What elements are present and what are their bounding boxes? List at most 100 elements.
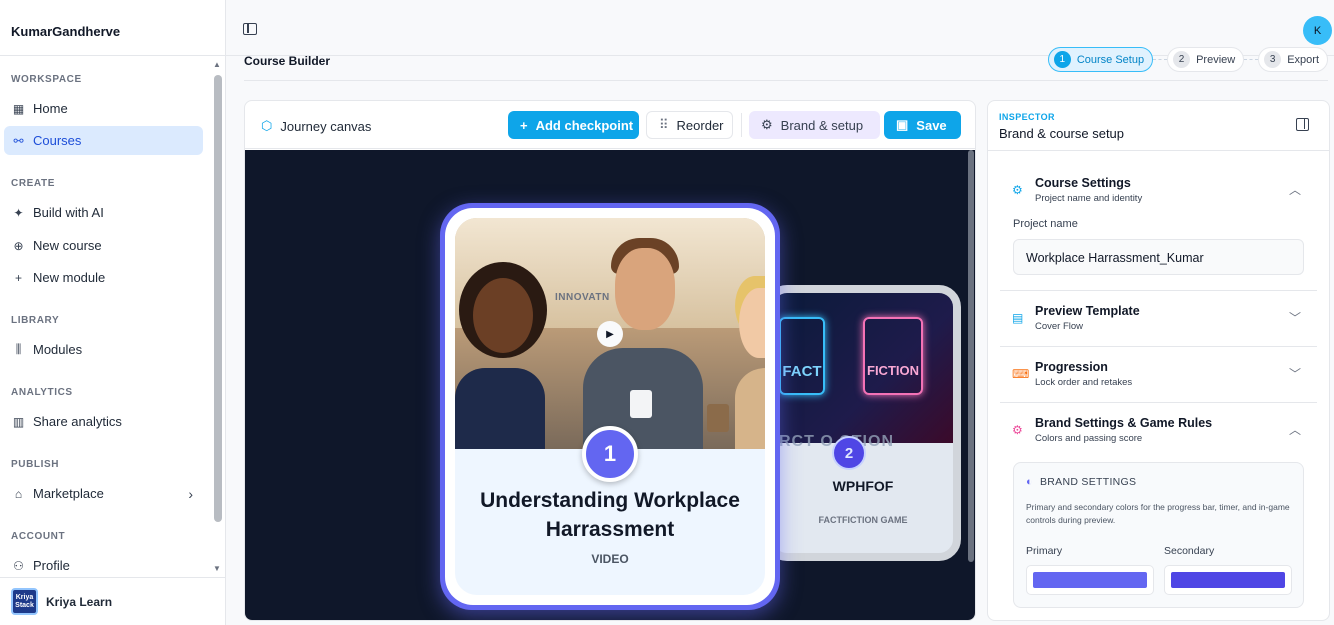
brand-setup-button[interactable]: ⚙ Brand & setup (749, 111, 880, 139)
gamepad-icon: ⌨ (1012, 367, 1030, 381)
coffee-cup (707, 404, 729, 432)
brand-settings-title: ◐ BRAND SETTINGS (1026, 476, 1136, 488)
step-connector (1153, 59, 1168, 60)
card-frame: INNOVATN ▶ 1 Understanding Workplace Har… (445, 208, 775, 605)
grid-icon: ▦ (12, 101, 25, 116)
step-course-setup[interactable]: 1 Course Setup (1047, 47, 1154, 72)
inspector-body: ⚙ Course Settings Project name and ident… (1000, 163, 1317, 608)
sidebar-item-label: Home (33, 101, 68, 116)
sidebar-item-new-module[interactable]: + New module (4, 263, 203, 292)
step-export[interactable]: 3 Export (1258, 47, 1328, 72)
checkpoint-type: FACTFICTION GAME (818, 515, 908, 525)
section-subtitle: Lock order and retakes (1035, 377, 1133, 388)
checkpoint-card-2[interactable]: FACT FICTION RCT O CTION 2 WPHFOF FACTFI… (765, 285, 961, 561)
checkpoint-type: VIDEO (591, 552, 629, 566)
collapse-panel-icon[interactable] (1296, 118, 1309, 131)
section-header[interactable]: ▤ Preview Template Cover Flow ﹀ (1000, 291, 1317, 346)
avatar[interactable]: K (1303, 16, 1332, 45)
sidebar-item-share-analytics[interactable]: ▥ Share analytics (4, 407, 203, 436)
section-title: Progression (1035, 360, 1108, 374)
person-2-head (615, 248, 675, 330)
secondary-color-label: Secondary (1164, 545, 1215, 557)
sidebar-item-home[interactable]: ▦ Home (4, 94, 203, 123)
scroll-down-icon[interactable]: ▼ (213, 564, 221, 573)
section-header[interactable]: ⚙ Course Settings Project name and ident… (1000, 163, 1317, 218)
gear-icon: ⚙ (1012, 183, 1023, 197)
reorder-button[interactable]: ⠿ Reorder (646, 111, 733, 139)
add-checkpoint-label: Add checkpoint (535, 117, 634, 133)
inspector-header: INSPECTOR Brand & course setup (988, 101, 1329, 151)
play-icon[interactable]: ▶ (597, 321, 623, 347)
chevron-up-icon[interactable]: ︿ (1289, 181, 1301, 198)
chevron-down-icon[interactable]: ﹀ (1289, 365, 1301, 382)
canvas-stage[interactable]: FACT FICTION RCT O CTION 2 WPHFOF FACTFI… (245, 150, 975, 620)
scroll-up-icon[interactable]: ▲ (213, 60, 221, 69)
sidebar-toggle-icon[interactable] (243, 23, 257, 35)
gear-icon: ⚙ (1012, 423, 1023, 437)
project-name-label: Project name (1013, 218, 1078, 230)
sidebar-item-new-course[interactable]: ⊕ New course (4, 231, 203, 260)
inspector-eyebrow: INSPECTOR (999, 112, 1055, 122)
checkpoint-title: Understanding Workplace Harrassment (480, 489, 740, 541)
chevron-down-icon[interactable]: ﹀ (1289, 309, 1301, 326)
section-subtitle: Project name and identity (1035, 193, 1143, 204)
chevron-up-icon[interactable]: ︿ (1289, 421, 1301, 438)
sidebar-scrollbar[interactable]: ▲ ▼ (212, 57, 224, 577)
save-icon: ▣ (896, 117, 909, 132)
checkpoint-title: WPHFOF (832, 478, 894, 494)
sidebar-item-modules[interactable]: ⫼ Modules (4, 335, 203, 364)
section-title: Preview Template (1035, 304, 1140, 318)
step-preview[interactable]: 2 Preview (1167, 47, 1245, 72)
add-checkpoint-button[interactable]: + Add checkpoint (508, 111, 639, 139)
person-1-head (473, 278, 533, 353)
header-divider (244, 80, 1328, 81)
sidebar-item-profile[interactable]: ⚇ Profile (4, 551, 203, 577)
section-title-publish: PUBLISH (11, 459, 60, 470)
brand-setup-label: Brand & setup (780, 117, 864, 133)
game-thumbnail: FACT FICTION (773, 293, 953, 443)
step-number: 3 (1264, 51, 1282, 68)
chevron-right-icon: › (188, 485, 193, 502)
sidebar-item-marketplace[interactable]: ⌂ Marketplace › (4, 479, 203, 508)
save-button[interactable]: ▣ Save (884, 111, 961, 139)
step-label: Export (1287, 53, 1319, 66)
inspector-panel: INSPECTOR Brand & course setup ⚙ Course … (987, 100, 1330, 621)
step-connector (1244, 59, 1259, 60)
secondary-color-picker[interactable] (1164, 565, 1292, 595)
sidebar-item-build-with-ai[interactable]: ✦ Build with AI (4, 198, 203, 227)
card-face: INNOVATN ▶ 1 Understanding Workplace Har… (455, 218, 765, 595)
sidebar-item-courses[interactable]: ⚯ Courses (4, 126, 203, 155)
sidebar-footer[interactable]: Kriya Stack Kriya Learn (0, 577, 226, 625)
save-label: Save (916, 117, 947, 133)
workspace-name[interactable]: KumarGandherve (0, 0, 225, 56)
sidebar-item-label: Share analytics (33, 414, 122, 429)
stepper: 1 Course Setup 2 Preview 3 Export (1047, 47, 1328, 72)
section-title: Brand Settings & Game Rules (1035, 416, 1213, 430)
section-course-settings: ⚙ Course Settings Project name and ident… (1000, 163, 1317, 291)
primary-color-swatch (1033, 572, 1147, 588)
checkpoint-card-1[interactable]: INNOVATN ▶ 1 Understanding Workplace Har… (440, 203, 780, 610)
user-icon: ⚇ (13, 558, 24, 573)
canvas-title: ⬡ Journey canvas (261, 118, 371, 134)
section-header[interactable]: ⚙ Brand Settings & Game Rules Colors and… (1000, 403, 1317, 458)
drag-handle-icon: ⠿ (659, 117, 669, 132)
store-icon: ⌂ (14, 486, 23, 501)
sidebar-item-label: Build with AI (33, 205, 104, 220)
section-title: Course Settings (1035, 176, 1131, 190)
step-number: 2 (1173, 51, 1191, 68)
scrollbar-thumb[interactable] (214, 75, 222, 522)
section-progression: ⌨ Progression Lock order and retakes ﹀ (1000, 347, 1317, 403)
canvas-scrollbar[interactable] (968, 150, 974, 562)
section-brand-settings: ⚙ Brand Settings & Game Rules Colors and… (1000, 403, 1317, 608)
reorder-label: Reorder (676, 117, 724, 133)
section-preview-template: ▤ Preview Template Cover Flow ﹀ (1000, 291, 1317, 347)
sidebar-item-label: Modules (33, 342, 83, 357)
section-header[interactable]: ⌨ Progression Lock order and retakes ﹀ (1000, 347, 1317, 402)
primary-color-label: Primary (1026, 545, 1063, 557)
video-thumbnail[interactable]: INNOVATN ▶ (455, 218, 765, 449)
sidebar-item-label: Courses (33, 133, 82, 148)
primary-color-picker[interactable] (1026, 565, 1154, 595)
section-subtitle: Colors and passing score (1035, 433, 1143, 444)
project-name-input[interactable]: Workplace Harrassment_Kumar (1013, 239, 1304, 275)
coffee-cup (630, 390, 652, 418)
